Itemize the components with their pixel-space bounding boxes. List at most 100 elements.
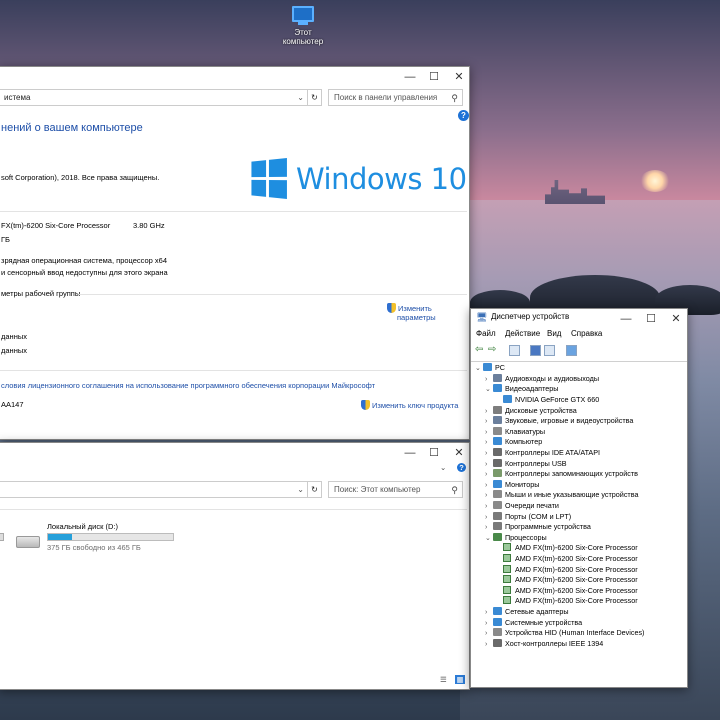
refresh-icon[interactable]: ↻	[307, 89, 322, 106]
maximize-button[interactable]: ☐	[421, 67, 447, 87]
device-item[interactable]: NVIDIA GeForce GTX 660	[495, 394, 600, 406]
search-input[interactable]: Поиск: Этот компьютер ⚲	[328, 481, 463, 498]
menu-help[interactable]: Справка	[571, 329, 602, 338]
change-settings-link-line2[interactable]: параметры	[397, 313, 436, 322]
device-icon	[493, 373, 502, 382]
device-category[interactable]: › Звуковые, игровые и видеоустройства	[485, 416, 633, 427]
device-category[interactable]: › Сетевые адаптеры	[485, 606, 569, 618]
device-icon	[493, 606, 502, 615]
help-icon[interactable]: ?	[458, 110, 469, 121]
device-category[interactable]: › Клавиатуры	[485, 426, 546, 438]
search-icon: ⚲	[451, 93, 458, 103]
window-title: Диспетчер устройств	[491, 312, 570, 321]
device-category[interactable]: › Компьютер	[485, 437, 542, 448]
device-category[interactable]: › Программные устройства	[485, 522, 591, 533]
device-category[interactable]: › Контроллеры USB	[485, 458, 567, 470]
device-label: AMD FX(tm)-6200 Six-Core Processor	[515, 575, 638, 585]
collapse-icon[interactable]: ⌄	[475, 364, 483, 375]
device-category[interactable]: › Аудиовходы и аудиовыходы	[485, 373, 599, 385]
device-item[interactable]: AMD FX(tm)-6200 Six-Core Processor	[495, 575, 638, 586]
change-product-key-link[interactable]: Изменить ключ продукта	[361, 400, 458, 410]
device-category[interactable]: ⌄ Процессоры	[485, 532, 547, 545]
address-bar[interactable]: ⌄	[0, 481, 309, 498]
device-category[interactable]: › Контроллеры запоминающих устройств	[485, 469, 638, 480]
device-item[interactable]: AMD FX(tm)-6200 Six-Core Processor	[495, 585, 638, 597]
this-pc-desktop-icon[interactable]: Этот компьютер	[278, 6, 328, 46]
device-item[interactable]: AMD FX(tm)-6200 Six-Core Processor	[495, 564, 638, 576]
device-label: AMD FX(tm)-6200 Six-Core Processor	[515, 543, 638, 553]
drive-label[interactable]: Локальный диск (D:)	[47, 522, 118, 531]
device-label: Мониторы	[505, 479, 540, 489]
search-input[interactable]: Поиск в панели управления ⚲	[328, 89, 463, 106]
refresh-icon[interactable]: ↻	[307, 481, 322, 498]
device-icon	[493, 479, 502, 488]
device-category[interactable]: › Системные устройства	[485, 617, 582, 629]
help-book-icon[interactable]	[530, 345, 541, 356]
chevron-down-icon[interactable]: ⌄	[297, 90, 304, 105]
device-category[interactable]: › Дисковые устройства	[485, 405, 577, 417]
device-item[interactable]: AMD FX(tm)-6200 Six-Core Processor	[495, 553, 638, 565]
drive-c-partial	[0, 533, 4, 541]
address-bar[interactable]: истема ⌄	[0, 89, 309, 106]
windows-logo-icon	[251, 158, 287, 199]
device-label: Процессоры	[505, 532, 547, 542]
device-label: NVIDIA GeForce GTX 660	[515, 394, 600, 404]
collapse-icon[interactable]: ⌄	[485, 385, 493, 396]
maximize-button[interactable]: ☐	[421, 443, 447, 463]
device-label: Порты (COM и LPT)	[505, 511, 572, 521]
device-icon	[493, 511, 502, 520]
device-category[interactable]: › Контроллеры IDE ATA/ATAPI	[485, 447, 600, 459]
device-manager-icon: 🖥	[476, 312, 488, 322]
page-title: нений о вашем компьютере	[1, 122, 143, 134]
device-category[interactable]: › Хост-контроллеры IEEE 1394	[485, 638, 603, 651]
device-category[interactable]: › Порты (COM и LPT)	[485, 511, 572, 523]
close-button[interactable]: ✕	[446, 67, 469, 87]
minimize-button[interactable]: —	[397, 443, 423, 463]
properties-icon[interactable]	[509, 345, 520, 356]
device-category[interactable]: › Устройства HID (Human Interface Devices…	[485, 628, 644, 639]
expand-icon[interactable]: ›	[485, 640, 493, 651]
device-category[interactable]: › Очереди печати	[485, 500, 559, 512]
pen-touch-value: и сенсорный ввод недоступны для этого эк…	[1, 268, 168, 277]
city-skyline	[545, 180, 605, 204]
menu-file[interactable]: Файл	[476, 329, 496, 338]
device-label: Клавиатуры	[505, 426, 546, 436]
device-item[interactable]: AMD FX(tm)-6200 Six-Core Processor	[495, 596, 638, 607]
back-arrow-icon[interactable]: ⇦	[475, 344, 483, 355]
update-driver-icon[interactable]	[544, 345, 555, 356]
chevron-down-icon[interactable]: ⌄	[297, 482, 304, 497]
ribbon-toggle-icon[interactable]: ⌄	[440, 463, 446, 472]
explorer-window: — ☐ ✕ ⌄ ? ⌄ ↻ Поиск: Этот компьютер ⚲ ☰ …	[0, 442, 470, 690]
device-category[interactable]: › Мониторы	[485, 479, 540, 491]
menu-view[interactable]: Вид	[547, 329, 561, 338]
help-icon[interactable]: ?	[457, 463, 466, 472]
large-icons-view-icon[interactable]: ▦	[455, 675, 465, 684]
tree-root[interactable]: ⌄ PC	[475, 363, 505, 374]
details-view-icon[interactable]: ☰	[440, 675, 447, 684]
device-label: Устройства HID (Human Interface Devices)	[505, 628, 645, 638]
system-type-value: зрядная операционная система, процессор …	[1, 256, 168, 265]
processor-value: FX(tm)-6200 Six-Core Processor	[1, 221, 111, 230]
minimize-button[interactable]: —	[397, 67, 423, 87]
device-item[interactable]: AMD FX(tm)-6200 Six-Core Processor	[495, 543, 638, 554]
processor-icon	[503, 585, 511, 594]
menu-action[interactable]: Действие	[505, 329, 540, 338]
device-label: Программные устройства	[505, 522, 591, 532]
forward-arrow-icon[interactable]: ⇨	[488, 344, 496, 355]
license-terms-link[interactable]: словия лицензионного соглашения на испол…	[1, 381, 375, 390]
collapse-icon[interactable]: ⌄	[485, 534, 493, 545]
device-icon	[493, 405, 502, 414]
close-button[interactable]: ✕	[446, 443, 469, 463]
monitor-scan-icon[interactable]	[566, 345, 577, 356]
system-window: — ☐ ✕ истема ⌄ ↻ Поиск в панели управлен…	[0, 66, 470, 440]
minimize-button[interactable]: —	[613, 309, 639, 329]
maximize-button[interactable]: ☐	[638, 309, 664, 329]
device-label: AMD FX(tm)-6200 Six-Core Processor	[515, 596, 638, 606]
device-category[interactable]: › Мыши и иные указывающие устройства	[485, 490, 638, 501]
desktop-icon-label: Этот компьютер	[282, 28, 324, 46]
close-button[interactable]: ✕	[663, 309, 687, 329]
hard-drive-icon[interactable]	[16, 536, 40, 548]
device-icon	[493, 437, 502, 446]
change-settings-link[interactable]: Изменить	[387, 303, 432, 313]
device-category[interactable]: ⌄ Видеоадаптеры	[485, 384, 558, 395]
